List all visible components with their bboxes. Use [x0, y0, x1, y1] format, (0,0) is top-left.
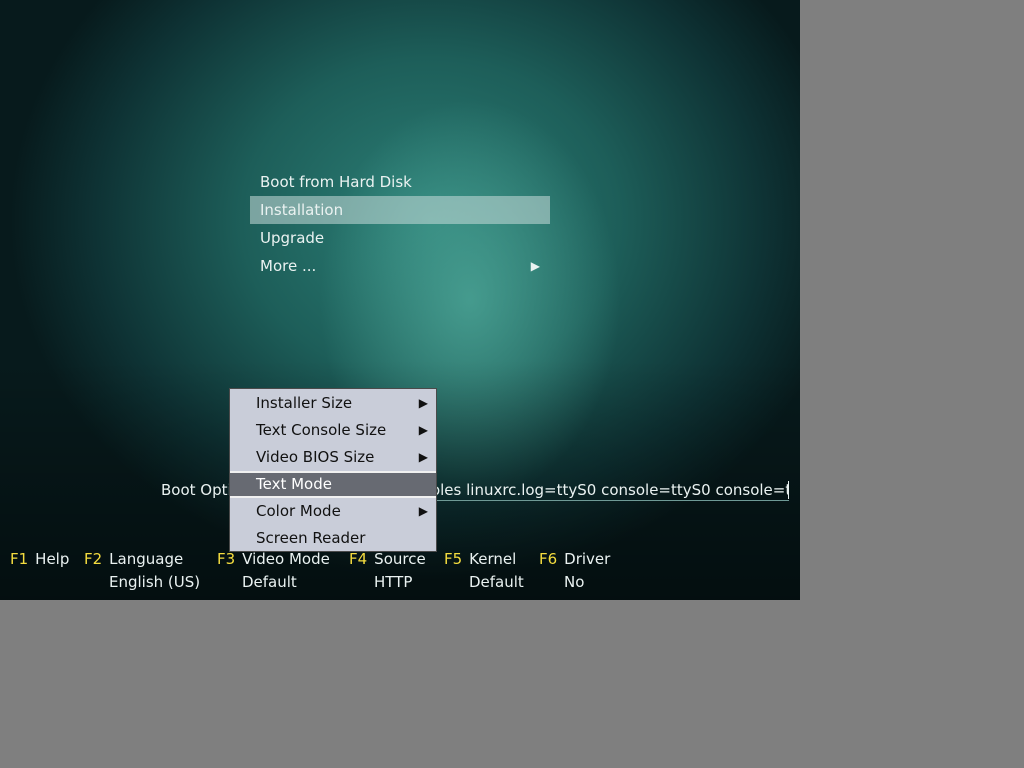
fkey-language[interactable]: F2 Language [84, 550, 183, 568]
popup-item-label: Screen Reader [256, 529, 366, 547]
fkey-language-value: English (US) [109, 573, 201, 591]
popup-item-text-mode[interactable]: Text Mode [230, 471, 436, 498]
boot-screen: Boot from Hard Disk Installation Upgrade… [0, 0, 800, 600]
fkey-driver[interactable]: F6 Driver [539, 550, 610, 568]
fkey-label: Video Mode [242, 550, 330, 568]
fkey-source-value: HTTP [374, 573, 413, 591]
text-cursor [788, 481, 789, 499]
function-key-bar: F1 Help F2 Language English (US) F3 Video M… [0, 550, 800, 600]
more-submenu-popup: Installer Size ▶ Text Console Size ▶ Vid… [229, 388, 437, 552]
popup-item-label: Text Mode [256, 475, 332, 493]
fkey-key: F5 [444, 550, 463, 568]
menu-item-label: Installation [260, 201, 344, 219]
fkey-driver-value: No [564, 573, 585, 591]
fkey-kernel[interactable]: F5 Kernel [444, 550, 516, 568]
fkey-label: Driver [564, 550, 611, 568]
fkey-key: F4 [349, 550, 368, 568]
fkey-key: F3 [217, 550, 236, 568]
popup-item-label: Installer Size [256, 394, 353, 412]
popup-item-label: Video BIOS Size [256, 448, 375, 466]
menu-item-label: Upgrade [260, 229, 325, 247]
submenu-arrow-icon: ▶ [418, 423, 428, 437]
popup-item-color-mode[interactable]: Color Mode ▶ [230, 498, 436, 525]
boot-menu: Boot from Hard Disk Installation Upgrade… [250, 168, 550, 280]
submenu-arrow-icon: ▶ [418, 450, 428, 464]
popup-item-label: Color Mode [256, 502, 341, 520]
submenu-arrow-icon: ▶ [418, 504, 428, 518]
fkey-kernel-value: Default [469, 573, 524, 591]
menu-item-label: More ... [260, 257, 317, 275]
popup-item-label: Text Console Size [256, 421, 387, 439]
fkey-key: F2 [84, 550, 103, 568]
menu-item-label: Boot from Hard Disk [260, 173, 412, 191]
fkey-label: Kernel [469, 550, 517, 568]
submenu-arrow-icon: ▶ [530, 259, 540, 273]
menu-item-boot-hard-disk[interactable]: Boot from Hard Disk [250, 168, 550, 196]
fkey-label: Language [109, 550, 184, 568]
popup-item-screen-reader[interactable]: Screen Reader [230, 525, 436, 552]
popup-item-video-bios-size[interactable]: Video BIOS Size ▶ [230, 444, 436, 471]
menu-item-more[interactable]: More ... ▶ [250, 252, 550, 280]
popup-item-installer-size[interactable]: Installer Size ▶ [230, 390, 436, 417]
menu-item-upgrade[interactable]: Upgrade [250, 224, 550, 252]
fkey-key: F6 [539, 550, 558, 568]
fkey-label: Source [374, 550, 426, 568]
fkey-video-mode[interactable]: F3 Video Mode [217, 550, 330, 568]
fkey-label: Help [35, 550, 70, 568]
fkey-video-mode-value: Default [242, 573, 297, 591]
popup-item-text-console-size[interactable]: Text Console Size ▶ [230, 417, 436, 444]
fkey-source[interactable]: F4 Source [349, 550, 426, 568]
fkey-help[interactable]: F1 Help [10, 550, 69, 568]
fkey-key: F1 [10, 550, 29, 568]
menu-item-installation[interactable]: Installation [250, 196, 550, 224]
submenu-arrow-icon: ▶ [418, 396, 428, 410]
